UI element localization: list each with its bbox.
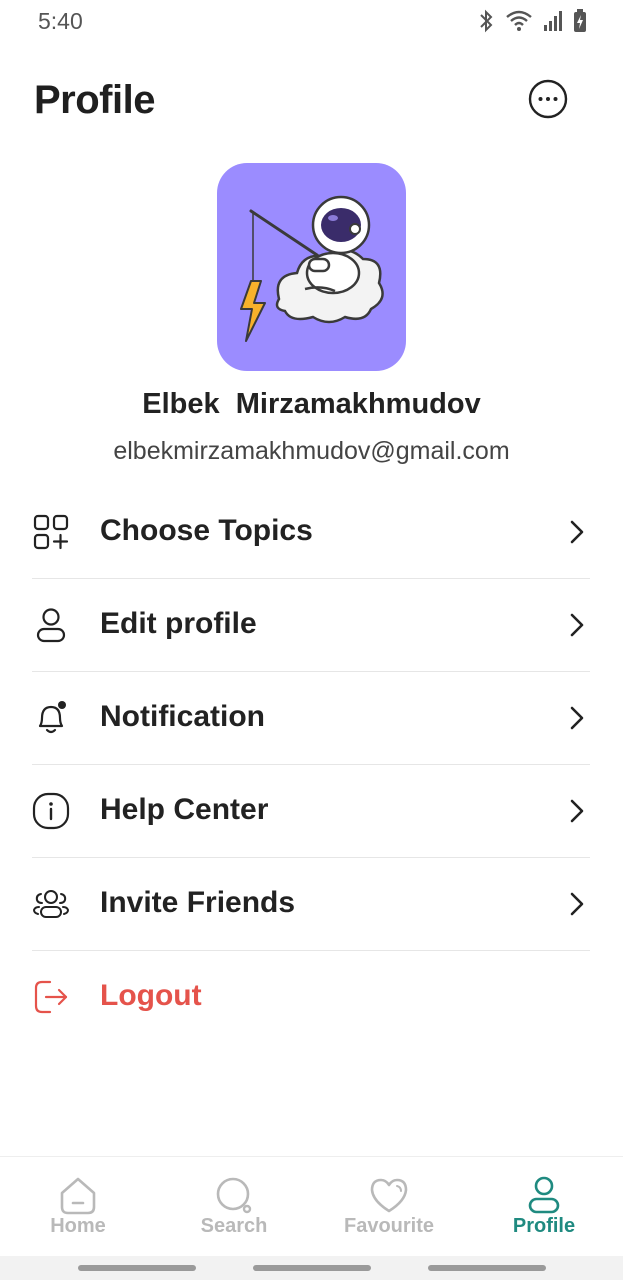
gesture-pill <box>253 1265 371 1271</box>
header: Profile <box>0 60 623 140</box>
page-title: Profile <box>34 78 155 122</box>
search-icon <box>216 1177 252 1214</box>
user-email: elbekmirzamakhmudov@gmail.com <box>113 437 510 465</box>
avatar <box>217 163 406 371</box>
status-icons <box>477 9 587 33</box>
signal-icon <box>544 11 562 31</box>
menu-item-notification[interactable]: Notification <box>32 672 590 765</box>
logout-label: Logout <box>100 979 202 1012</box>
home-icon <box>60 1177 96 1215</box>
chevron-right-icon <box>570 799 584 823</box>
logout-icon <box>34 980 68 1014</box>
info-icon <box>32 792 70 830</box>
heart-icon <box>370 1178 408 1213</box>
astronaut-fishing-illustration <box>240 195 384 342</box>
menu-item-help-center[interactable]: Help Center <box>32 765 590 858</box>
status-time: 5:40 <box>38 8 83 34</box>
logout-button[interactable]: Logout <box>32 951 590 1043</box>
status-bar: 5:40 <box>0 0 623 44</box>
profile-menu: Choose Topics Edit profile Notification <box>32 486 590 1043</box>
menu-item-label: Edit profile <box>100 607 257 640</box>
nav-label-profile: Profile <box>512 1215 576 1237</box>
menu-item-choose-topics[interactable]: Choose Topics <box>32 486 590 579</box>
more-horizontal-icon <box>528 79 568 119</box>
more-options-button[interactable] <box>528 79 568 119</box>
grid-plus-icon <box>33 514 69 550</box>
nav-label-home: Home <box>50 1215 106 1237</box>
user-icon <box>36 608 66 643</box>
bottom-nav: Home Search Favourite Profile <box>0 1156 623 1257</box>
gesture-bar <box>0 1256 623 1280</box>
menu-item-label: Invite Friends <box>100 886 296 919</box>
nav-item-home[interactable]: Home <box>0 1157 156 1257</box>
wifi-icon <box>506 10 532 31</box>
bell-icon <box>38 701 66 734</box>
chevron-right-icon <box>570 706 584 730</box>
nav-label-favourite: Favourite <box>343 1215 435 1237</box>
chevron-right-icon <box>570 520 584 544</box>
nav-label-search: Search <box>200 1215 268 1237</box>
nav-item-search[interactable]: Search <box>156 1157 312 1257</box>
gesture-pill <box>428 1265 546 1271</box>
users-icon <box>32 890 70 918</box>
menu-item-edit-profile[interactable]: Edit profile <box>32 579 590 672</box>
chevron-right-icon <box>570 613 584 637</box>
nav-item-favourite[interactable]: Favourite <box>311 1157 467 1257</box>
gesture-pill <box>78 1265 196 1271</box>
menu-item-label: Notification <box>100 700 265 733</box>
user-icon <box>528 1176 560 1214</box>
menu-item-invite-friends[interactable]: Invite Friends <box>32 858 590 951</box>
user-name: Elbek Mirzamakhmudov <box>142 388 481 420</box>
battery-icon <box>574 9 586 32</box>
nav-item-profile[interactable]: Profile <box>466 1157 622 1257</box>
chevron-right-icon <box>570 892 584 916</box>
menu-item-label: Choose Topics <box>100 514 313 547</box>
bluetooth-icon <box>480 9 493 33</box>
menu-item-label: Help Center <box>100 793 269 826</box>
